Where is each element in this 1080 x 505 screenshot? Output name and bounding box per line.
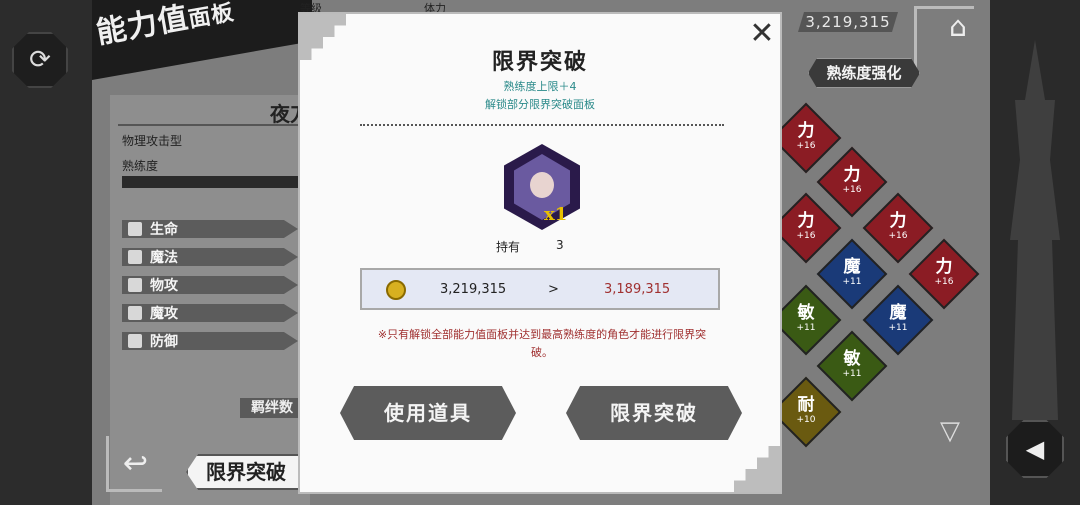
stat-label: 物攻 (150, 278, 178, 294)
ability-bonus: +16 (934, 277, 954, 287)
ability-type: 魔 (843, 257, 861, 277)
stat-hp: 生命 (122, 220, 298, 238)
ability-type: 敏 (843, 349, 861, 369)
ability-type: 力 (843, 165, 861, 185)
refresh-icon: ⟳ (29, 45, 51, 75)
coin-icon (386, 280, 406, 300)
ability-node-label: 敏 +11 (822, 350, 882, 380)
item-icon[interactable] (504, 144, 580, 230)
ability-node-label: 魔 +11 (868, 304, 928, 334)
ability-bonus: +11 (796, 323, 816, 333)
portrait-face (530, 172, 554, 198)
ability-type: 敏 (797, 303, 815, 323)
ability-bonus: +16 (796, 231, 816, 241)
dialog-title: 限界突破 (491, 49, 588, 75)
stat-matk: 魔攻 (122, 304, 298, 322)
stat-label: 防御 (150, 334, 178, 350)
stat-patk: 物攻 (122, 276, 298, 294)
limit-break-dialog: ✕ 限界突破 熟练度上限＋4 解锁部分限界突破面板 x1 持有 3 3,219,… (298, 12, 782, 494)
stat-mp: 魔法 (122, 248, 298, 266)
dotted-divider (360, 124, 724, 126)
home-button[interactable]: ⌂ (930, 10, 986, 50)
ability-type: 魔 (889, 303, 907, 323)
stat-label: 生命 (150, 222, 178, 238)
ability-bonus: +16 (796, 141, 816, 151)
stat-def: 防御 (122, 332, 298, 350)
stat-label: 魔法 (150, 250, 178, 266)
mastery-progress-bar (122, 176, 308, 188)
mastery-upgrade-button[interactable]: 熟练度强化 (808, 58, 920, 88)
cost-after: 3,189,315 (604, 282, 671, 297)
ability-node-label: 力 +16 (776, 212, 836, 242)
ability-node-label: 敏 +11 (776, 304, 836, 334)
mastery-label: 熟练度 (122, 159, 159, 173)
heart-icon (128, 222, 142, 236)
cost-before: 3,219,315 (440, 282, 507, 297)
character-type: 物理攻击型 (122, 134, 183, 148)
dialog-subtitle-cap: 熟练度上限＋4 (503, 80, 577, 93)
speaker-icon: ◀ (1025, 435, 1045, 463)
currency-display: 3,219,315 (798, 12, 898, 32)
back-arrow-icon: ↩ (122, 446, 149, 481)
use-item-button[interactable]: 使用道具 (340, 386, 516, 440)
dialog-subtitle-unlock: 解锁部分限界突破面板 (485, 98, 595, 111)
ability-bonus: +10 (796, 415, 816, 425)
item-quantity: x1 (544, 204, 568, 225)
corner-decoration (734, 446, 780, 492)
cost-summary: 3,219,315 > 3,189,315 (360, 268, 720, 310)
divider (118, 124, 308, 126)
notice-text: ※只有解锁全部能力值面板并达到最高熟练度的角色才能进行限界突 破。 (360, 326, 724, 362)
ability-node-label: 力 +16 (776, 122, 836, 152)
page-title-sub: 面板 (186, 0, 237, 33)
ability-node-label: 魔 +11 (822, 258, 882, 288)
ability-bonus: +11 (888, 323, 908, 333)
ability-bonus: +16 (888, 231, 908, 241)
back-button[interactable]: ↩ (106, 436, 162, 492)
owned-label: 持有 (496, 240, 521, 254)
bond-label: 羁绊数 (240, 398, 304, 418)
shield-icon (128, 334, 142, 348)
notice-line: 破。 (531, 346, 553, 359)
ability-type: 力 (797, 211, 815, 231)
notice-line: ※只有解锁全部能力值面板并达到最高熟练度的角色才能进行限界突 (377, 328, 707, 341)
ability-bonus: +16 (842, 185, 862, 195)
ability-bonus: +11 (842, 369, 862, 379)
home-icon: ⌂ (949, 10, 967, 43)
ability-type: 力 (935, 257, 953, 277)
sword-icon (128, 278, 142, 292)
ability-node-label: 耐 +10 (776, 396, 836, 426)
ability-type: 力 (889, 211, 907, 231)
chevron-down-icon: ▽ (940, 416, 960, 446)
cost-arrow: > (548, 282, 559, 297)
tower-decoration-icon (1010, 40, 1060, 420)
ability-bonus: +11 (842, 277, 862, 287)
scroll-down-button[interactable]: ▽ (924, 418, 976, 444)
limit-break-tab[interactable]: 限界突破 (186, 454, 306, 490)
ability-node-label: 力 +16 (868, 212, 928, 242)
staff-icon (128, 306, 142, 320)
ability-node-label: 力 +16 (822, 166, 882, 196)
owned-value: 3 (556, 238, 564, 252)
magic-icon (128, 250, 142, 264)
refresh-button[interactable]: ⟳ (12, 32, 68, 88)
ability-type: 耐 (797, 395, 815, 415)
ability-type: 力 (797, 121, 815, 141)
ability-node-label: 力 +16 (914, 258, 974, 288)
stat-label: 魔攻 (150, 306, 178, 322)
limit-break-button[interactable]: 限界突破 (566, 386, 742, 440)
